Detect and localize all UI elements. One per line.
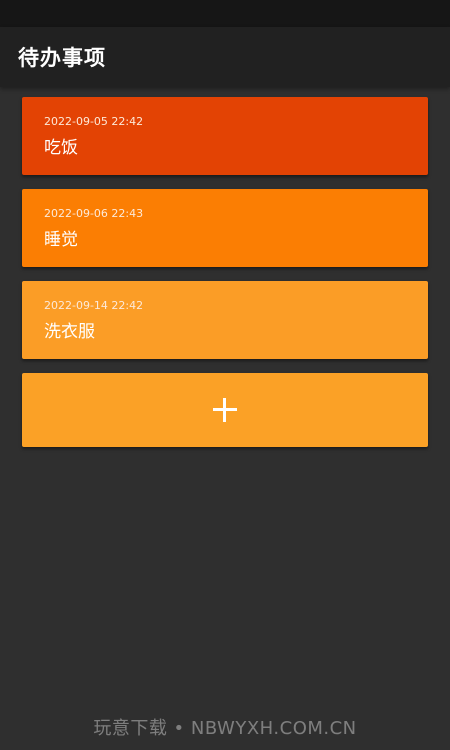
todo-list: 2022-09-05 22:42 吃饭 2022-09-06 22:43 睡觉 … [0,87,450,447]
status-bar [0,0,450,27]
todo-date: 2022-09-06 22:43 [44,207,144,220]
todo-date: 2022-09-14 22:42 [44,299,144,312]
todo-title: 睡觉 [44,230,78,250]
todo-title: 吃饭 [44,138,78,158]
todo-title: 洗衣服 [44,322,95,342]
todo-item[interactable]: 2022-09-05 22:42 吃饭 [22,97,428,175]
watermark: 玩意下载 • NBWYXH.COM.CN [93,718,357,739]
todo-date: 2022-09-05 22:42 [44,115,144,128]
app-bar: 待办事项 [0,27,450,87]
todo-item[interactable]: 2022-09-06 22:43 睡觉 [22,189,428,267]
todo-item[interactable]: 2022-09-14 22:42 洗衣服 [22,281,428,359]
add-todo-button[interactable] [22,373,428,447]
plus-icon [213,398,237,422]
page-title: 待办事项 [18,46,106,70]
app-screen: 待办事项 2022-09-05 22:42 吃饭 2022-09-06 22:4… [0,0,450,750]
